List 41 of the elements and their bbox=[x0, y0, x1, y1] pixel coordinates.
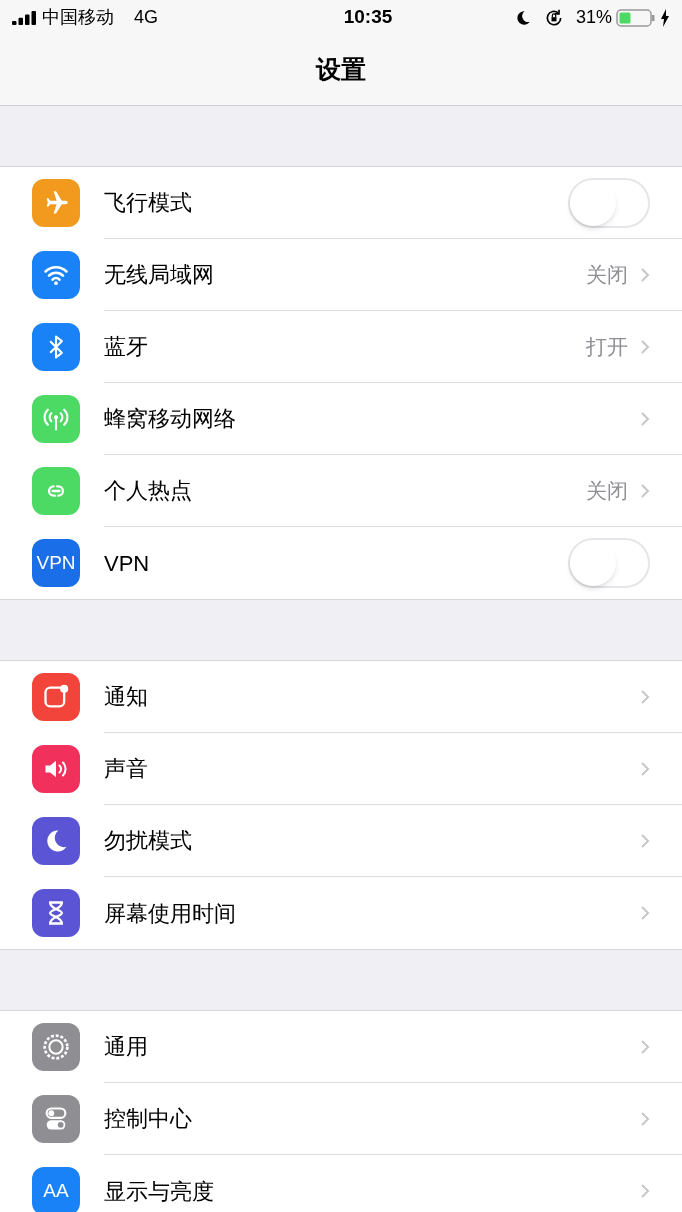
chevron-icon bbox=[640, 1110, 650, 1127]
chevron-icon bbox=[640, 832, 650, 849]
chevron-icon bbox=[640, 760, 650, 777]
chevron-icon bbox=[640, 410, 650, 427]
chevron-icon bbox=[640, 266, 650, 283]
network-type: 4G bbox=[134, 6, 158, 29]
chevron-icon bbox=[640, 1183, 650, 1199]
charging-bolt-icon bbox=[660, 7, 670, 28]
row-label: 勿扰模式 bbox=[104, 827, 193, 855]
row-label: 显示与亮度 bbox=[104, 1177, 215, 1206]
row-label: 通知 bbox=[104, 683, 149, 711]
battery-percent: 31% bbox=[575, 6, 612, 29]
toggle-switch[interactable] bbox=[568, 538, 650, 588]
row-label: 无线局域网 bbox=[104, 261, 215, 289]
row-label: 蓝牙 bbox=[104, 333, 149, 361]
row-label: 通用 bbox=[104, 1033, 149, 1061]
battery-icon bbox=[616, 7, 656, 28]
signal-icon bbox=[12, 10, 38, 25]
chevron-icon bbox=[640, 905, 650, 921]
gear-icon bbox=[40, 1031, 72, 1063]
carrier: 中国移动 bbox=[42, 6, 114, 29]
icon-label: VPN bbox=[36, 550, 76, 575]
chevron-icon bbox=[640, 338, 650, 355]
row-label: 个人热点 bbox=[104, 477, 193, 505]
row-label: 屏幕使用时间 bbox=[104, 899, 237, 928]
icon-label: AA bbox=[43, 1178, 69, 1203]
row-value: 打开 bbox=[586, 333, 628, 360]
row-label: VPN bbox=[104, 549, 151, 578]
chevron-icon bbox=[640, 688, 650, 705]
row-label: 控制中心 bbox=[104, 1105, 193, 1133]
chevron-icon bbox=[640, 482, 650, 499]
page-title: 设置 bbox=[316, 54, 366, 86]
row-label: 蜂窝移动网络 bbox=[104, 405, 237, 433]
row-label: 声音 bbox=[104, 755, 149, 783]
clock: 10:35 bbox=[343, 5, 393, 30]
row-value: 关闭 bbox=[586, 261, 628, 288]
row-label: 飞行模式 bbox=[104, 189, 193, 217]
toggle-switch[interactable] bbox=[568, 177, 650, 228]
row-value: 关闭 bbox=[586, 477, 628, 504]
notification-icon bbox=[42, 683, 70, 711]
chevron-icon bbox=[640, 1038, 650, 1055]
